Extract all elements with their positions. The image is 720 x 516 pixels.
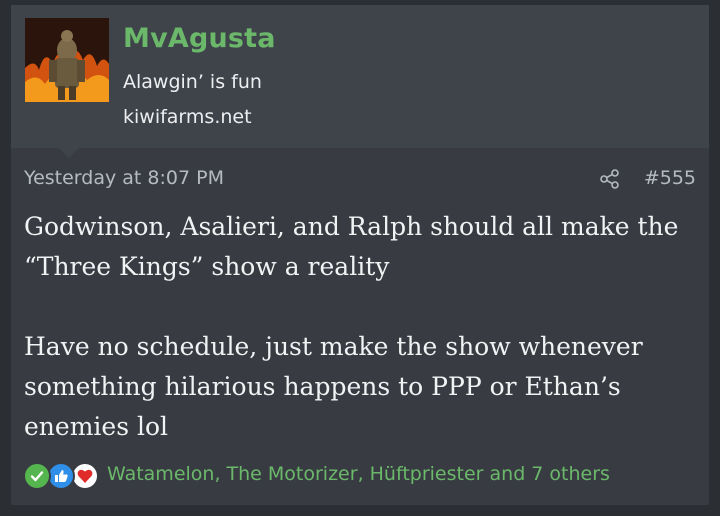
share-icon[interactable] [599,168,621,190]
post-body: Godwinson, Asalieri, and Ralph should al… [24,207,699,447]
post-timestamp[interactable]: Yesterday at 8:07 PM [24,167,224,189]
check-icon [23,462,51,490]
user-title: Alawgin’ is fun [123,71,262,93]
reaction-summary[interactable]: Watamelon, The Motorizer, Hüftpriester a… [107,463,610,485]
body-line: Godwinson, Asalieri, and Ralph should al… [24,212,679,241]
user-site: kiwifarms.net [123,106,252,128]
reaction-icons[interactable] [23,460,107,492]
post-number[interactable]: #555 [644,167,696,189]
user-header: MvAgusta Alawgin’ is fun kiwifarms.net [11,5,709,158]
post-meta: Yesterday at 8:07 PM #555 [24,167,696,193]
reactions-bar: Watamelon, The Motorizer, Hüftpriester a… [23,460,703,492]
username[interactable]: MvAgusta [123,23,276,54]
thumbs-up-icon [47,462,75,490]
heart-icon [71,462,99,490]
body-line: enemies lol [24,412,169,441]
body-line: something hilarious happens to PPP or Et… [24,372,621,401]
body-line: “Three Kings” show a reality [24,252,390,281]
post-card: MvAgusta Alawgin’ is fun kiwifarms.net Y… [11,5,709,505]
body-line: Have no schedule, just make the show whe… [24,332,643,361]
avatar[interactable] [25,18,109,102]
